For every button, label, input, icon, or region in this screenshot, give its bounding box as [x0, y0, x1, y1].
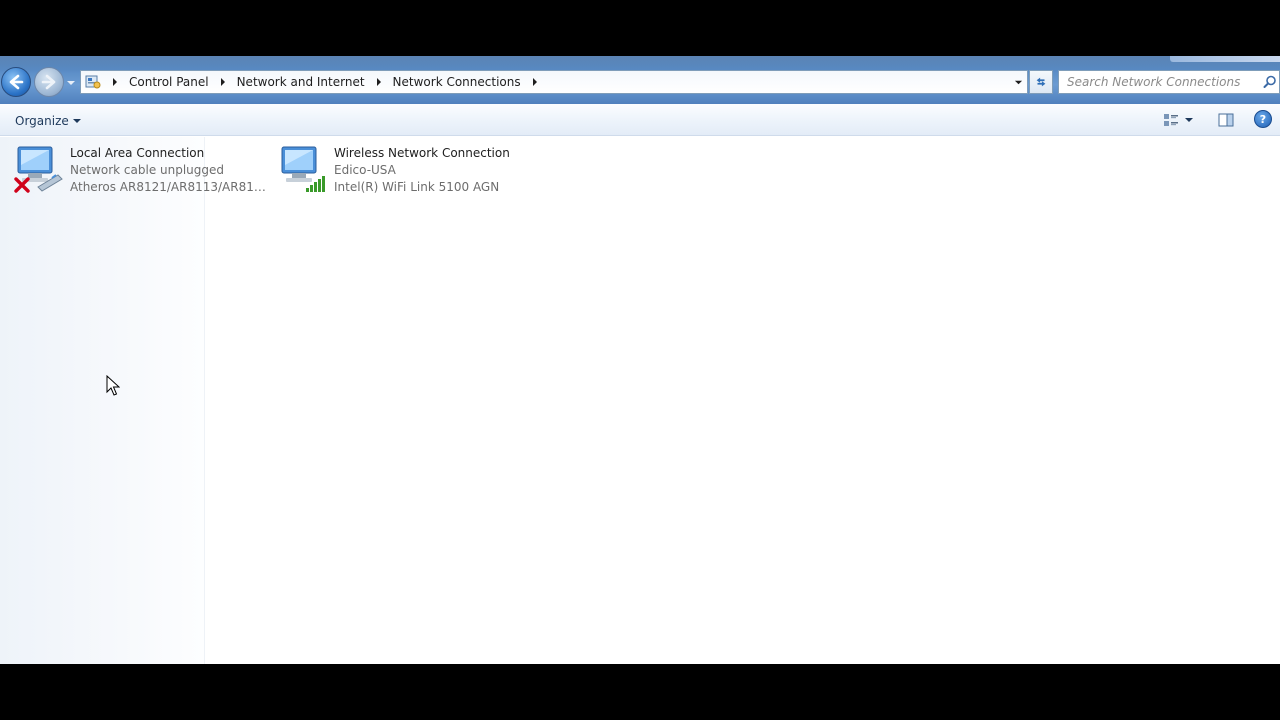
preview-pane-icon[interactable] [1217, 111, 1235, 129]
caption-buttons-edge [1170, 56, 1280, 62]
back-arrow-icon [9, 74, 24, 90]
back-button[interactable] [1, 67, 31, 97]
wireless-network-icon [278, 145, 328, 197]
breadcrumb-separator-icon[interactable] [375, 78, 383, 86]
search-input[interactable] [1067, 75, 1257, 89]
explorer-window: Control Panel Network and Internet Netwo… [0, 56, 1280, 664]
search-icon[interactable] [1263, 75, 1277, 89]
breadcrumb-control-panel[interactable]: Control Panel [129, 75, 209, 89]
search-box[interactable] [1058, 70, 1280, 94]
wired-network-disconnected-icon [14, 145, 64, 197]
letterbox-top [0, 0, 1280, 56]
organize-menu-button[interactable]: Organize [10, 112, 86, 130]
chevron-down-icon [72, 119, 81, 123]
refresh-icon [1036, 77, 1046, 87]
connection-device: Atheros AR8121/AR8113/AR8114 ... [70, 180, 266, 194]
help-icon: ? [1259, 112, 1267, 126]
chevron-down-icon [1185, 118, 1193, 122]
breadcrumb-separator-icon[interactable] [111, 78, 119, 86]
view-options-icon [1164, 114, 1178, 126]
help-button[interactable]: ? [1254, 110, 1272, 128]
refresh-button[interactable] [1029, 70, 1053, 94]
forward-button[interactable] [34, 67, 64, 97]
change-view-button[interactable] [1163, 111, 1199, 129]
recent-pages-dropdown-icon[interactable] [66, 78, 76, 88]
breadcrumb-network-and-internet[interactable]: Network and Internet [237, 75, 365, 89]
address-bar[interactable]: Control Panel Network and Internet Netwo… [80, 70, 1028, 94]
command-bar: Organize ? [0, 104, 1280, 136]
organize-label: Organize [15, 114, 69, 128]
navigation-pane [0, 137, 205, 664]
chevron-down-icon [1014, 80, 1022, 84]
mouse-cursor-icon [106, 375, 120, 396]
connection-name: Local Area Connection [70, 146, 205, 160]
connection-status: Network cable unplugged [70, 163, 225, 177]
forward-arrow-icon [41, 74, 56, 90]
address-history-dropdown[interactable] [1011, 75, 1025, 89]
connection-status: Edico-USA [334, 163, 396, 177]
control-panel-icon [85, 75, 101, 89]
navigation-bar: Control Panel Network and Internet Netwo… [0, 56, 1280, 104]
breadcrumb-separator-icon[interactable] [219, 78, 227, 86]
breadcrumb-separator-icon[interactable] [531, 78, 539, 86]
letterbox-bottom [0, 664, 1280, 720]
connection-name: Wireless Network Connection [334, 146, 510, 160]
breadcrumb-network-connections[interactable]: Network Connections [393, 75, 521, 89]
connections-list: Local Area Connection Network cable unpl… [0, 137, 1280, 664]
connection-device: Intel(R) WiFi Link 5100 AGN [334, 180, 500, 194]
connection-item-local-area[interactable]: Local Area Connection Network cable unpl… [14, 145, 269, 201]
connection-item-wireless[interactable]: Wireless Network Connection Edico-USA In… [278, 145, 518, 201]
